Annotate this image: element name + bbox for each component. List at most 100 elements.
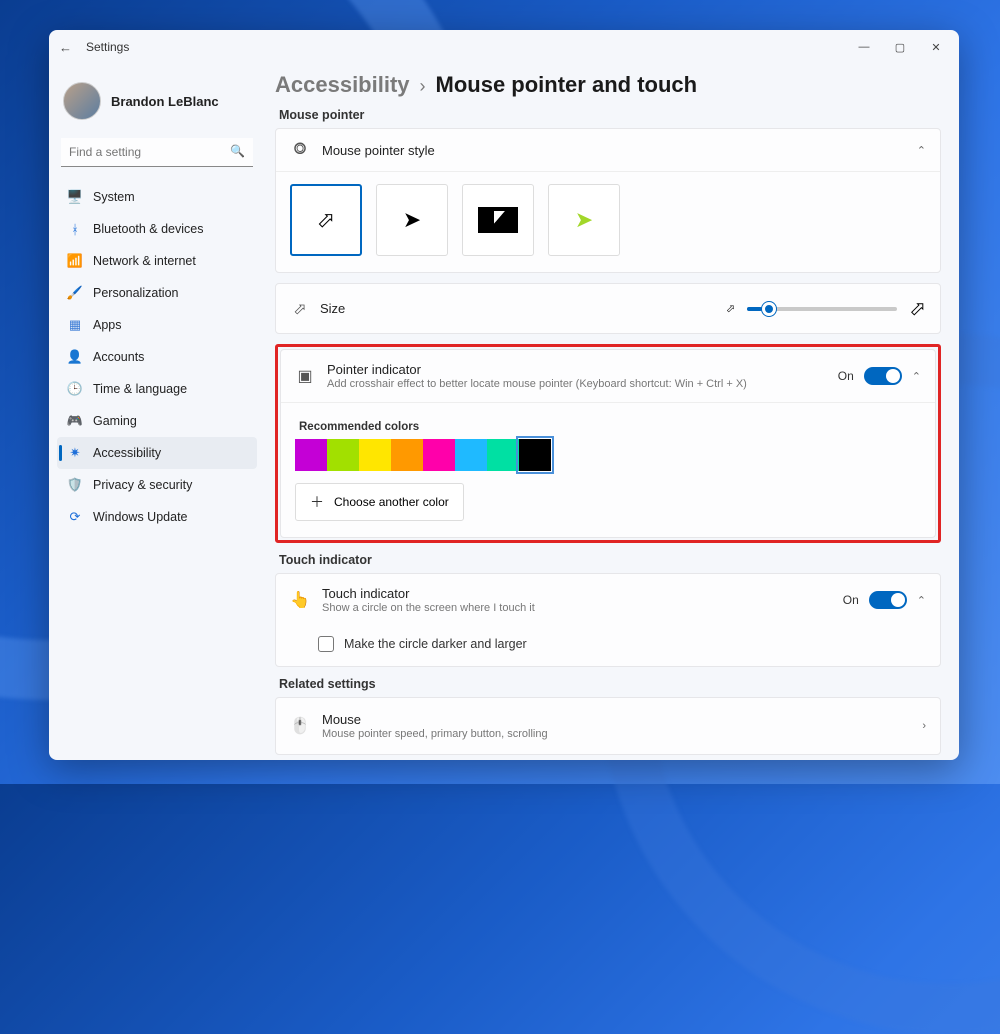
size-title: Size: [320, 301, 345, 316]
sidebar-item-bluetooth-devices[interactable]: ᚼ Bluetooth & devices: [57, 213, 257, 245]
plus-icon: ＋: [310, 492, 324, 512]
color-swatch[interactable]: [327, 439, 359, 471]
chevron-up-icon[interactable]: ⌃: [917, 594, 926, 607]
mouse-icon: 🖱️: [290, 716, 310, 736]
sidebar-item-privacy-security[interactable]: 🛡️ Privacy & security: [57, 469, 257, 501]
style-title: Mouse pointer style: [322, 143, 905, 158]
sidebar-icon: 🛡️: [67, 477, 83, 493]
color-swatches: [295, 439, 921, 471]
search-input[interactable]: [61, 138, 253, 167]
mouse-pointer-style-card: ⭗ Mouse pointer style ⌃ ⬀ ➤ ➤: [275, 128, 941, 273]
sidebar-icon: 🎮: [67, 413, 83, 429]
pointer-style-custom[interactable]: ➤: [548, 184, 620, 256]
section-related-heading: Related settings: [279, 677, 941, 691]
color-swatch[interactable]: [295, 439, 327, 471]
sidebar-item-time-language[interactable]: 🕒 Time & language: [57, 373, 257, 405]
sidebar-icon: 📶: [67, 253, 83, 269]
touch-indicator-title: Touch indicator: [322, 586, 831, 601]
pointer-indicator-toggle[interactable]: [864, 367, 902, 385]
color-swatch[interactable]: [391, 439, 423, 471]
sidebar-item-label: Network & internet: [93, 254, 196, 268]
breadcrumb-current: Mouse pointer and touch: [436, 72, 698, 98]
chevron-up-icon[interactable]: ⌃: [917, 144, 926, 157]
nav: 🖥️ System ᚼ Bluetooth & devices 📶 Network & i…: [57, 181, 257, 533]
sidebar-item-accessibility[interactable]: ✷Accessibility: [57, 437, 257, 469]
minimize-button[interactable]: ―: [847, 33, 881, 61]
titlebar: ← Settings ― ▢ ✕: [49, 30, 959, 64]
sidebar-item-windows-update[interactable]: ⟳ Windows Update: [57, 501, 257, 533]
touch-indicator-subtitle: Show a circle on the screen where I touc…: [322, 602, 831, 614]
breadcrumb: Accessibility › Mouse pointer and touch: [275, 72, 941, 98]
sidebar-item-label: Bluetooth & devices: [93, 222, 204, 236]
sidebar-icon: ✷: [67, 445, 83, 461]
cursor-icon: ⭗: [290, 141, 310, 159]
annotation-highlight: ▣ Pointer indicator Add crosshair effect…: [275, 344, 941, 543]
sidebar-item-label: System: [93, 190, 135, 204]
color-swatch[interactable]: [359, 439, 391, 471]
pointer-indicator-title: Pointer indicator: [327, 362, 826, 377]
sidebar: Brandon LeBlanc 🔍 🖥️ System ᚼ Bluetooth & d…: [49, 64, 265, 760]
chevron-right-icon: ›: [420, 76, 426, 97]
search: 🔍: [61, 138, 253, 167]
sidebar-item-apps[interactable]: ▦ Apps: [57, 309, 257, 341]
color-swatch[interactable]: [519, 439, 551, 471]
pointer-indicator-subtitle: Add crosshair effect to better locate mo…: [327, 378, 826, 390]
sidebar-item-gaming[interactable]: 🎮 Gaming: [57, 405, 257, 437]
search-icon[interactable]: 🔍: [230, 144, 245, 158]
sidebar-item-label: Apps: [93, 318, 122, 332]
size-max-icon: ⬀: [909, 296, 926, 321]
sidebar-item-label: Personalization: [93, 286, 178, 300]
sidebar-item-accounts[interactable]: 👤 Accounts: [57, 341, 257, 373]
touch-indicator-state: On: [843, 593, 859, 607]
sidebar-item-network-internet[interactable]: 📶 Network & internet: [57, 245, 257, 277]
size-slider[interactable]: [747, 307, 897, 311]
pointer-style-inverted[interactable]: [462, 184, 534, 256]
pointer-style-black[interactable]: ➤: [376, 184, 448, 256]
sidebar-icon: 🕒: [67, 381, 83, 397]
cursor-size-icon: ⬀: [290, 299, 310, 319]
sidebar-icon: ⟳: [67, 509, 83, 525]
sidebar-icon: 👤: [67, 349, 83, 365]
related-mouse-title: Mouse: [322, 712, 910, 727]
color-swatch[interactable]: [455, 439, 487, 471]
sidebar-item-label: Gaming: [93, 414, 137, 428]
touch-indicator-toggle[interactable]: [869, 591, 907, 609]
back-icon[interactable]: ←: [59, 40, 72, 55]
color-swatch[interactable]: [423, 439, 455, 471]
profile[interactable]: Brandon LeBlanc: [57, 72, 257, 138]
profile-name: Brandon LeBlanc: [111, 94, 219, 109]
breadcrumb-parent[interactable]: Accessibility: [275, 72, 410, 98]
avatar: [63, 82, 101, 120]
choose-another-color-button[interactable]: ＋ Choose another color: [295, 483, 464, 521]
sidebar-item-label: Accounts: [93, 350, 144, 364]
darker-larger-label: Make the circle darker and larger: [344, 637, 527, 651]
color-swatch[interactable]: [487, 439, 519, 471]
sidebar-item-label: Time & language: [93, 382, 187, 396]
recommended-colors-label: Recommended colors: [299, 421, 921, 433]
app-title: Settings: [86, 40, 129, 54]
darker-larger-checkbox[interactable]: [318, 636, 334, 652]
sidebar-icon: ▦: [67, 317, 83, 333]
sidebar-item-label: Privacy & security: [93, 478, 192, 492]
settings-window: ← Settings ― ▢ ✕ Brandon LeBlanc 🔍 🖥️ Sys…: [49, 30, 959, 760]
related-mouse-card[interactable]: 🖱️ Mouse Mouse pointer speed, primary bu…: [275, 697, 941, 755]
sidebar-item-label: Windows Update: [93, 510, 188, 524]
pointer-style-white[interactable]: ⬀: [290, 184, 362, 256]
sidebar-item-personalization[interactable]: 🖌️Personalization: [57, 277, 257, 309]
section-mouse-pointer-heading: Mouse pointer: [279, 108, 941, 122]
sidebar-icon: ᚼ: [67, 221, 83, 237]
sidebar-item-system[interactable]: 🖥️ System: [57, 181, 257, 213]
pointer-indicator-icon: ▣: [295, 366, 315, 386]
size-card: ⬀ Size ⬀ ⬀: [275, 283, 941, 334]
maximize-button[interactable]: ▢: [883, 33, 917, 61]
sidebar-icon: 🖥️: [67, 189, 83, 205]
choose-another-label: Choose another color: [334, 495, 449, 509]
chevron-right-icon: ›: [922, 720, 926, 732]
touch-indicator-card: 👆 Touch indicator Show a circle on the s…: [275, 573, 941, 667]
chevron-up-icon[interactable]: ⌃: [912, 370, 921, 383]
close-button[interactable]: ✕: [919, 33, 953, 61]
related-mouse-subtitle: Mouse pointer speed, primary button, scr…: [322, 728, 910, 740]
section-touch-indicator-heading: Touch indicator: [279, 553, 941, 567]
size-min-icon: ⬀: [726, 302, 735, 315]
touch-icon: 👆: [290, 590, 310, 610]
